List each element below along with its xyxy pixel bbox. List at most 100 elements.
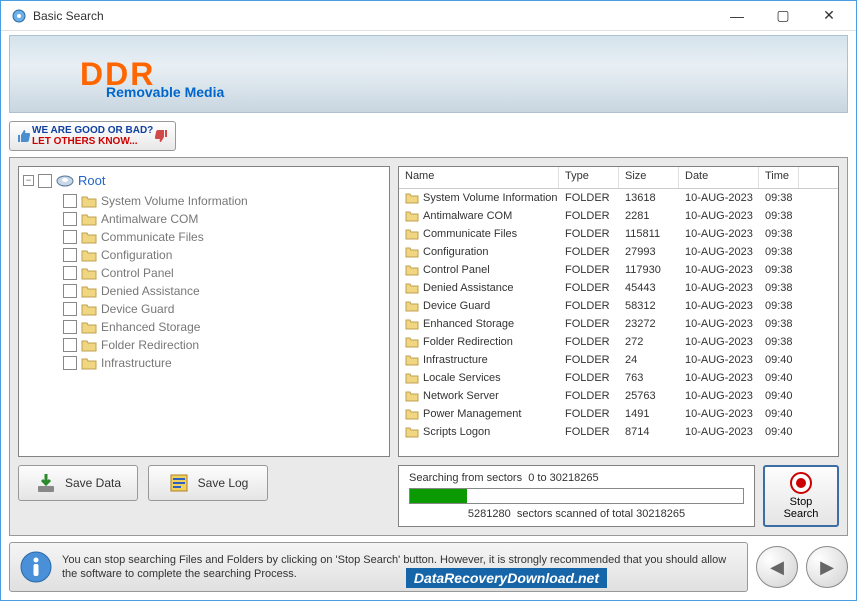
checkbox[interactable]	[38, 174, 52, 188]
cell-type: FOLDER	[559, 192, 619, 204]
feedback-line2: LET OTHERS KNOW...	[32, 136, 153, 147]
cell-type: FOLDER	[559, 426, 619, 438]
col-header-size[interactable]: Size	[619, 167, 679, 188]
save-data-button[interactable]: Save Data	[18, 465, 138, 501]
cell-name: Enhanced Storage	[423, 318, 514, 330]
cell-name: Locale Services	[423, 372, 501, 384]
tree-item[interactable]: Folder Redirection	[63, 338, 385, 352]
feedback-button[interactable]: WE ARE GOOD OR BAD? LET OTHERS KNOW...	[9, 121, 176, 151]
close-button[interactable]: ✕	[806, 2, 852, 30]
nav-forward-button[interactable]: ▶	[806, 546, 848, 588]
table-row[interactable]: Locale ServicesFOLDER76310-AUG-202309:40	[399, 369, 838, 387]
nav-back-button[interactable]: ◀	[756, 546, 798, 588]
tree-item-label: System Volume Information	[101, 194, 248, 208]
col-header-name[interactable]: Name	[399, 167, 559, 188]
list-header: Name Type Size Date Time	[399, 167, 838, 189]
table-row[interactable]: ConfigurationFOLDER2799310-AUG-202309:38	[399, 243, 838, 261]
tree-item[interactable]: Enhanced Storage	[63, 320, 385, 334]
table-row[interactable]: Device GuardFOLDER5831210-AUG-202309:38	[399, 297, 838, 315]
tree-item[interactable]: Infrastructure	[63, 356, 385, 370]
table-row[interactable]: Control PanelFOLDER11793010-AUG-202309:3…	[399, 261, 838, 279]
window-title: Basic Search	[33, 9, 714, 23]
table-row[interactable]: Scripts LogonFOLDER871410-AUG-202309:40	[399, 423, 838, 441]
thumbs-up-icon	[16, 128, 32, 144]
cell-time: 09:38	[759, 246, 799, 258]
cell-time: 09:38	[759, 210, 799, 222]
checkbox[interactable]	[63, 302, 77, 316]
cell-name: Power Management	[423, 408, 521, 420]
cell-time: 09:38	[759, 300, 799, 312]
save-log-button[interactable]: Save Log	[148, 465, 268, 501]
cell-name: Antimalware COM	[423, 210, 512, 222]
cell-size: 25763	[619, 390, 679, 402]
tree-item[interactable]: Configuration	[63, 248, 385, 262]
checkbox[interactable]	[63, 212, 77, 226]
table-row[interactable]: Power ManagementFOLDER149110-AUG-202309:…	[399, 405, 838, 423]
cell-type: FOLDER	[559, 390, 619, 402]
tree-root-label: Root	[78, 173, 105, 188]
list-body[interactable]: System Volume InformationFOLDER1361810-A…	[399, 189, 838, 456]
checkbox[interactable]	[63, 230, 77, 244]
tree-item[interactable]: Denied Assistance	[63, 284, 385, 298]
cell-time: 09:38	[759, 282, 799, 294]
progress-bar	[409, 488, 744, 504]
col-header-type[interactable]: Type	[559, 167, 619, 188]
folder-icon	[405, 192, 419, 204]
folder-icon	[405, 246, 419, 258]
save-log-label: Save Log	[198, 476, 249, 490]
info-text: You can stop searching Files and Folders…	[62, 553, 737, 582]
tree-item-label: Folder Redirection	[101, 338, 199, 352]
tree-scroll[interactable]: − Root System Volume Information Antimalw…	[19, 167, 389, 456]
cell-date: 10-AUG-2023	[679, 408, 759, 420]
checkbox[interactable]	[63, 266, 77, 280]
checkbox[interactable]	[63, 248, 77, 262]
tree-item[interactable]: Communicate Files	[63, 230, 385, 244]
tree-item-label: Device Guard	[101, 302, 174, 316]
tree-panel: − Root System Volume Information Antimalw…	[18, 166, 390, 457]
table-row[interactable]: System Volume InformationFOLDER1361810-A…	[399, 189, 838, 207]
table-row[interactable]: Communicate FilesFOLDER11581110-AUG-2023…	[399, 225, 838, 243]
collapse-icon[interactable]: −	[23, 175, 34, 186]
table-row[interactable]: Denied AssistanceFOLDER4544310-AUG-20230…	[399, 279, 838, 297]
folder-icon	[81, 356, 97, 370]
cell-name: Infrastructure	[423, 354, 488, 366]
cell-size: 763	[619, 372, 679, 384]
maximize-button[interactable]: ▢	[760, 2, 806, 30]
folder-icon	[81, 248, 97, 262]
cell-type: FOLDER	[559, 228, 619, 240]
minimize-button[interactable]: —	[714, 2, 760, 30]
checkbox[interactable]	[63, 284, 77, 298]
tree-item[interactable]: Control Panel	[63, 266, 385, 280]
thumbs-down-icon	[153, 128, 169, 144]
folder-icon	[405, 354, 419, 366]
tree-root[interactable]: − Root	[23, 173, 385, 188]
checkbox[interactable]	[63, 356, 77, 370]
table-row[interactable]: Antimalware COMFOLDER228110-AUG-202309:3…	[399, 207, 838, 225]
checkbox[interactable]	[63, 338, 77, 352]
checkbox[interactable]	[63, 320, 77, 334]
cell-type: FOLDER	[559, 210, 619, 222]
tree-item[interactable]: Device Guard	[63, 302, 385, 316]
progress-panel: Searching from sectors 0 to 30218265 528…	[398, 465, 755, 527]
checkbox[interactable]	[63, 194, 77, 208]
cell-date: 10-AUG-2023	[679, 246, 759, 258]
table-row[interactable]: Enhanced StorageFOLDER2327210-AUG-202309…	[399, 315, 838, 333]
tree-item[interactable]: Antimalware COM	[63, 212, 385, 226]
cell-type: FOLDER	[559, 372, 619, 384]
cell-size: 115811	[619, 228, 679, 240]
cell-time: 09:38	[759, 336, 799, 348]
table-row[interactable]: Folder RedirectionFOLDER27210-AUG-202309…	[399, 333, 838, 351]
folder-icon	[81, 194, 97, 208]
col-header-time[interactable]: Time	[759, 167, 799, 188]
banner: DDR Removable Media	[9, 35, 848, 113]
tree-item[interactable]: System Volume Information	[63, 194, 385, 208]
banner-subtitle: Removable Media	[106, 84, 224, 100]
cell-type: FOLDER	[559, 318, 619, 330]
stop-search-button[interactable]: Stop Search	[763, 465, 839, 527]
table-row[interactable]: Network ServerFOLDER2576310-AUG-202309:4…	[399, 387, 838, 405]
cell-type: FOLDER	[559, 300, 619, 312]
save-data-icon	[35, 472, 57, 494]
col-header-date[interactable]: Date	[679, 167, 759, 188]
cell-name: Network Server	[423, 390, 499, 402]
table-row[interactable]: InfrastructureFOLDER2410-AUG-202309:40	[399, 351, 838, 369]
